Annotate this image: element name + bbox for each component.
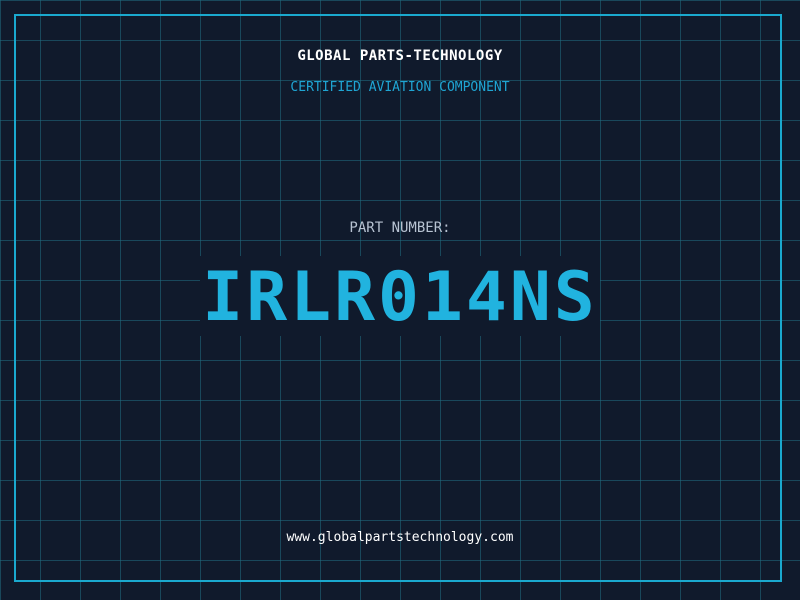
part-number-value: IRLR014NS bbox=[202, 258, 598, 337]
website-url: www.globalpartstechnology.com bbox=[286, 530, 514, 545]
part-card: GLOBAL PARTS-TECHNOLOGY CERTIFIED AVIATI… bbox=[0, 0, 800, 600]
company-name: GLOBAL PARTS-TECHNOLOGY bbox=[297, 48, 503, 64]
part-number-label: PART NUMBER: bbox=[349, 220, 451, 236]
certification-tagline: CERTIFIED AVIATION COMPONENT bbox=[290, 80, 510, 95]
